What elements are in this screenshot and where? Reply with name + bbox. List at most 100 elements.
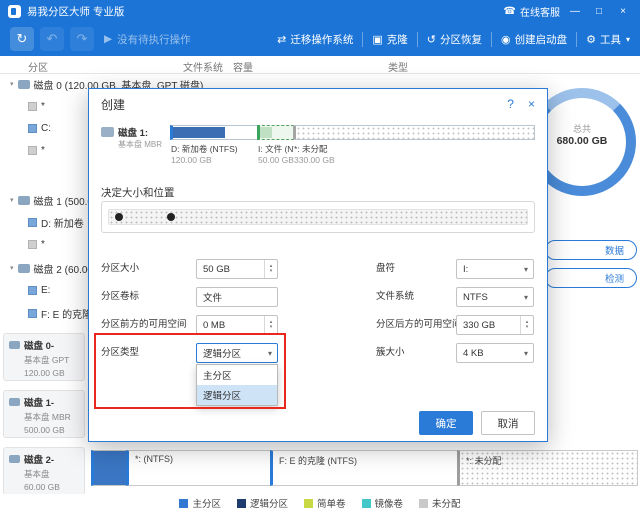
spinner-icon[interactable]: ▴▾ xyxy=(520,316,533,334)
partition-block-unallocated[interactable]: *: 未分配 xyxy=(457,450,638,486)
dialog-header: 创建 ? × xyxy=(89,89,547,119)
legend-item-simple: 简单卷 xyxy=(304,496,346,510)
toolbar-actions: ⇄ 迁移操作系统 ▣ 克隆 ↺ 分区恢复 ◉ 创建启动盘 ⚙ 工具 ▾ xyxy=(277,32,630,47)
space-after-input[interactable]: 330 GB ▴▾ xyxy=(456,315,534,335)
dropdown-option-primary[interactable]: 主分区 xyxy=(197,365,277,385)
app-window: 易我分区大师 专业版 ☎ 在线客服 — □ × ↻ ↶ ↷ ▶ 没有待执行操作 … xyxy=(0,0,640,512)
create-dialog: 创建 ? × 磁盘 1: 基本盘 MBR D: 新加卷 (NTFS) 120.0… xyxy=(88,88,548,442)
help-icon[interactable]: ? xyxy=(507,97,514,111)
expand-arrow-icon: ▾ xyxy=(10,80,14,88)
space-before-input[interactable]: 0 MB ▴▾ xyxy=(196,315,278,335)
segment-label: D: 新加卷 (NTFS) xyxy=(171,143,258,155)
refresh-button[interactable]: ↻ xyxy=(10,27,34,51)
legend-item-mirror: 镜像卷 xyxy=(362,496,404,510)
undo-icon: ↶ xyxy=(47,31,58,47)
cancel-button[interactable]: 取消 xyxy=(481,411,535,435)
maximize-button[interactable]: □ xyxy=(590,6,608,17)
dialog-disk-strip: 磁盘 1: 基本盘 MBR D: 新加卷 (NTFS) 120.00 GB I:… xyxy=(101,125,535,173)
chevron-down-icon: ▾ xyxy=(524,293,533,302)
dialog-close-icon[interactable]: × xyxy=(528,97,535,111)
app-logo-icon xyxy=(8,5,21,18)
chevron-down-icon: ▾ xyxy=(626,35,630,44)
boot-disk-button[interactable]: ◉ 创建启动盘 xyxy=(501,32,567,47)
strip-segment-unallocated[interactable]: *: 未分配 330.00 GB xyxy=(294,125,535,173)
migrate-os-button[interactable]: ⇄ 迁移操作系统 xyxy=(277,32,353,47)
disk-card-size: 60.00 GB xyxy=(9,482,79,492)
partition-block-label: *: 未分配 xyxy=(466,456,502,466)
partition-recovery-icon: ↺ xyxy=(427,33,436,46)
disk-card-desc: 基本盘 xyxy=(9,468,79,480)
legend-item-primary: 主分区 xyxy=(179,496,221,510)
list-header: 分区 文件系统 容量 类型 xyxy=(0,56,640,74)
partition-size-input[interactable]: 50 GB ▴▾ xyxy=(196,259,278,279)
customer-service-icon: ☎ xyxy=(504,6,516,17)
slider-handle-left[interactable] xyxy=(115,213,123,221)
partition-icon xyxy=(28,240,37,249)
disk-card-0[interactable]: 磁盘 0- 基本盘 GPT 120.00 GB xyxy=(3,333,85,381)
clone-button[interactable]: ▣ 克隆 xyxy=(372,32,407,47)
partition-icon xyxy=(28,146,37,155)
tools-button[interactable]: ⚙ 工具 ▾ xyxy=(586,32,630,47)
tools-label: 工具 xyxy=(600,32,621,47)
legend-label: 逻辑分区 xyxy=(250,496,288,510)
volume-label-label: 分区卷标 xyxy=(101,287,139,307)
volume-label-input[interactable]: 文件 xyxy=(196,287,278,307)
redo-button[interactable]: ↷ xyxy=(70,27,94,51)
right-panel-button-label: 数据 xyxy=(605,243,624,257)
online-service-button[interactable]: ☎ 在线客服 xyxy=(504,4,560,19)
disk-icon xyxy=(9,455,20,463)
pending-operations-button[interactable]: ▶ 没有待执行操作 xyxy=(104,32,191,47)
ok-button[interactable]: 确定 xyxy=(419,411,473,435)
partition-type-select[interactable]: 逻辑分区 ▾ xyxy=(196,343,278,363)
tree-item-label: C: xyxy=(41,123,51,134)
column-filesystem: 文件系统 xyxy=(183,59,223,74)
partition-block[interactable]: *: (NTFS) xyxy=(126,450,271,486)
online-service-label: 在线客服 xyxy=(520,4,560,19)
size-position-slider[interactable] xyxy=(101,201,535,233)
cluster-size-label: 簇大小 xyxy=(376,343,405,363)
segment-size: 330.00 GB xyxy=(294,155,535,165)
legend-label: 主分区 xyxy=(192,496,221,510)
close-button[interactable]: × xyxy=(614,6,632,17)
dropdown-option-logical[interactable]: 逻辑分区 xyxy=(197,385,277,405)
cluster-size-value: 4 KB xyxy=(463,348,484,359)
disk-card-1[interactable]: 磁盘 1- 基本盘 MBR 500.00 GB xyxy=(3,390,85,438)
minimize-button[interactable]: — xyxy=(566,6,584,17)
right-panel-check-button[interactable]: 检测 xyxy=(545,268,637,288)
filesystem-select[interactable]: NTFS ▾ xyxy=(456,287,534,307)
partition-icon xyxy=(28,218,37,227)
expand-arrow-icon: ▾ xyxy=(10,264,14,272)
disk-card-size: 500.00 GB xyxy=(9,425,79,435)
partition-block-label: *: (NTFS) xyxy=(135,454,173,464)
slider-handle-right[interactable] xyxy=(167,213,175,221)
expand-arrow-icon: ▾ xyxy=(10,196,14,204)
partition-block[interactable]: F: E 的克隆 (NTFS) xyxy=(270,450,458,486)
strip-segment-existing[interactable]: D: 新加卷 (NTFS) 120.00 GB xyxy=(171,125,258,173)
partition-recovery-button[interactable]: ↺ 分区恢复 xyxy=(427,32,482,47)
dialog-title: 创建 xyxy=(101,96,125,113)
toolbar-separator xyxy=(362,32,363,47)
undo-button[interactable]: ↶ xyxy=(40,27,64,51)
tools-icon: ⚙ xyxy=(586,33,596,46)
spinner-icon[interactable]: ▴▾ xyxy=(264,316,277,334)
spinner-icon[interactable]: ▴▾ xyxy=(264,260,277,278)
disk-card-2[interactable]: 磁盘 2- 基本盘 60.00 GB xyxy=(3,447,85,495)
toolbar: ↻ ↶ ↷ ▶ 没有待执行操作 ⇄ 迁移操作系统 ▣ 克隆 ↺ 分区恢复 ◉ xyxy=(0,22,640,56)
partition-icon xyxy=(28,124,37,133)
drive-letter-select[interactable]: I: ▾ xyxy=(456,259,534,279)
strip-segment-new[interactable]: I: 文件 (NTFS) 50.00 GB xyxy=(258,125,294,173)
partition-icon xyxy=(28,286,37,295)
toolbar-separator xyxy=(417,32,418,47)
segment-bar xyxy=(293,125,535,140)
volume-label-value: 文件 xyxy=(203,290,222,304)
drive-letter-label: 盘符 xyxy=(376,259,395,279)
legend-color-unallocated-icon xyxy=(419,499,428,508)
disk-icon xyxy=(18,80,30,89)
partition-block-selected[interactable] xyxy=(91,450,127,486)
cluster-size-select[interactable]: 4 KB ▾ xyxy=(456,343,534,363)
disk-card-title: 磁盘 0- xyxy=(9,338,79,352)
filesystem-label: 文件系统 xyxy=(376,287,414,307)
strip-disk-desc: 基本盘 MBR xyxy=(101,139,171,150)
right-panel-data-button[interactable]: 数据 xyxy=(545,240,637,260)
app-title: 易我分区大师 专业版 xyxy=(27,4,124,19)
